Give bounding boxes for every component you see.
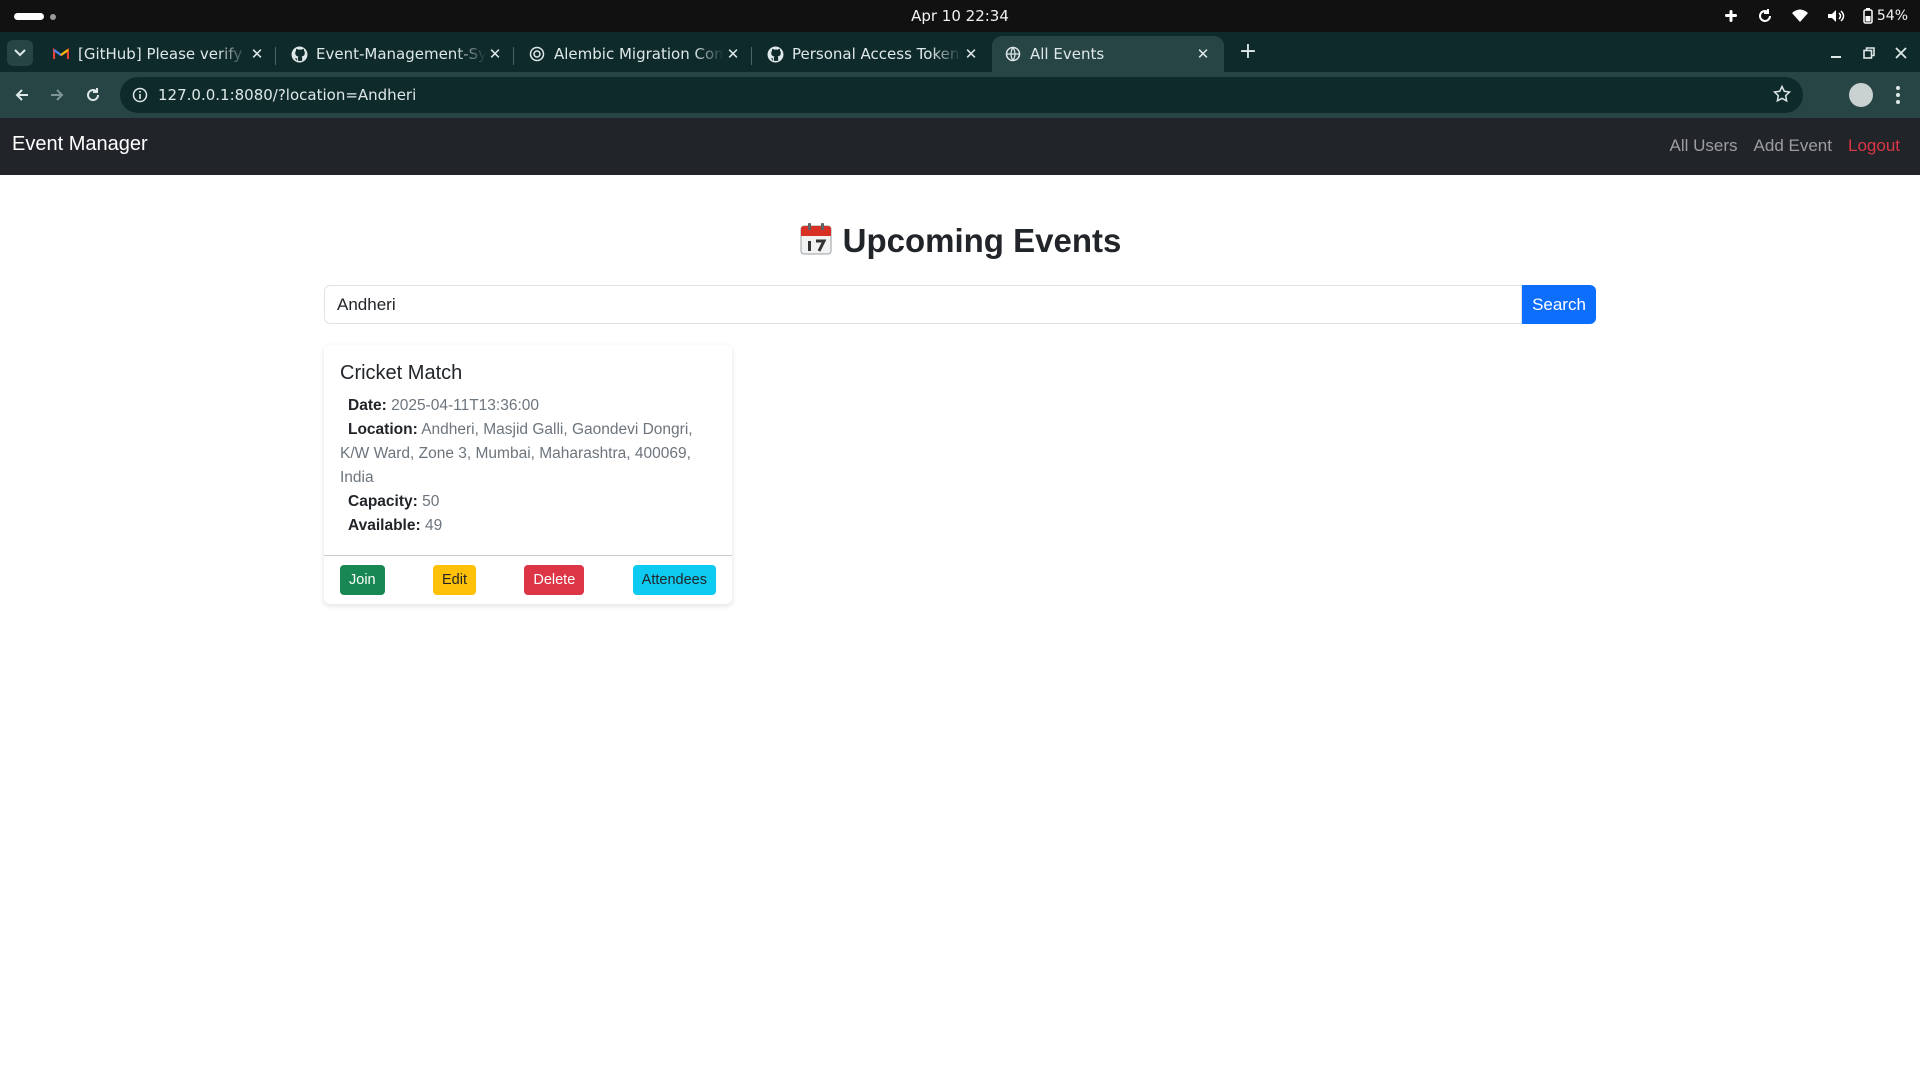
event-location-label: Location: <box>348 421 418 438</box>
edit-button[interactable]: Edit <box>432 565 476 595</box>
app-navbar: Event Manager All Users Add Event Logout <box>0 118 1920 175</box>
url-text[interactable]: 127.0.0.1:8080/?location=Andheri <box>158 86 416 104</box>
forward-button[interactable] <box>44 82 70 108</box>
event-card-body: Cricket Match Date: 2025-04-11T13:36:00 … <box>324 345 732 538</box>
close-icon[interactable]: ✕ <box>486 45 504 63</box>
wifi-icon[interactable] <box>1791 9 1809 23</box>
browser-tab-all-events[interactable]: All Events ✕ <box>992 36 1224 72</box>
clock[interactable]: Apr 10 22:34 <box>0 7 1920 25</box>
tab-title: [GitHub] Please verify yo <box>78 45 248 63</box>
slack-icon[interactable] <box>1723 8 1739 24</box>
restore-icon <box>1863 47 1875 59</box>
event-location-row: Location: Andheri, Masjid Galli, Gaondev… <box>340 418 716 490</box>
event-capacity: 50 <box>422 493 440 510</box>
event-capacity-row: Capacity: 50 <box>340 490 716 514</box>
event-date: 2025-04-11T13:36:00 <box>391 397 540 414</box>
tab-title: Alembic Migration Comm <box>554 45 724 63</box>
chevron-down-icon <box>14 49 26 57</box>
close-icon[interactable]: ✕ <box>248 45 266 63</box>
search-button[interactable]: Search <box>1522 285 1596 324</box>
browser-tab-github-repo[interactable]: Event-Management-Syst ✕ <box>278 36 516 72</box>
close-window-button[interactable] <box>1888 40 1914 66</box>
app-brand[interactable]: Event Manager <box>12 133 148 156</box>
reload-button[interactable] <box>80 82 106 108</box>
event-available-label: Available: <box>348 517 421 534</box>
browser-tab-strip: [GitHub] Please verify yo ✕ Event-Manage… <box>0 32 1920 72</box>
close-icon[interactable]: ✕ <box>962 45 980 63</box>
page-title-text: Upcoming Events <box>842 222 1122 259</box>
event-title: Cricket Match <box>340 362 463 384</box>
attendees-button[interactable]: Attendees <box>632 565 716 595</box>
delete-button[interactable]: Delete <box>524 565 585 595</box>
browser-tab-github-tokens[interactable]: Personal Access Tokens ( ✕ <box>754 36 992 72</box>
browser-menu-icon[interactable] <box>1888 83 1908 107</box>
event-date-row: Date: 2025-04-11T13:36:00 <box>340 394 716 418</box>
arrow-right-icon <box>51 89 64 101</box>
browser-tab-alembic[interactable]: Alembic Migration Comm ✕ <box>516 36 754 72</box>
event-capacity-label: Capacity: <box>348 493 418 510</box>
site-info-icon[interactable] <box>130 85 150 105</box>
plus-icon: + <box>1238 39 1258 64</box>
nav-link-all-users[interactable]: All Users <box>1670 136 1738 156</box>
event-date-label: Date: <box>348 397 387 414</box>
browser-tab-gmail[interactable]: [GitHub] Please verify yo ✕ <box>40 36 278 72</box>
close-icon[interactable]: ✕ <box>724 45 742 63</box>
nav-link-logout[interactable]: Logout <box>1848 136 1900 156</box>
profile-avatar[interactable] <box>1849 83 1873 107</box>
nav-links: All Users Add Event Logout <box>1670 136 1900 156</box>
arrow-left-icon <box>15 89 28 101</box>
tab-divider <box>275 47 276 65</box>
event-card-actions: Join Edit Delete Attendees <box>324 555 732 604</box>
minimize-icon <box>1831 56 1841 58</box>
event-card: Cricket Match Date: 2025-04-11T13:36:00 … <box>324 345 732 604</box>
back-button[interactable] <box>9 82 35 108</box>
tab-title: Personal Access Tokens ( <box>792 45 962 63</box>
bookmark-star-icon[interactable] <box>1772 84 1792 107</box>
os-top-bar: Apr 10 22:34 54% <box>0 0 1920 32</box>
close-icon[interactable]: ✕ <box>1194 45 1212 63</box>
tab-title: Event-Management-Syst <box>316 45 486 63</box>
restore-button[interactable] <box>1856 40 1882 66</box>
tab-search-button[interactable] <box>7 40 33 66</box>
gmail-icon <box>52 45 70 63</box>
battery-percent: 54% <box>1876 8 1908 24</box>
globe-icon <box>1004 45 1022 63</box>
minimize-button[interactable] <box>1823 40 1849 66</box>
event-available: 49 <box>424 517 443 534</box>
volume-icon[interactable] <box>1827 9 1845 23</box>
system-tray[interactable]: 54% <box>1723 6 1908 26</box>
address-bar[interactable]: 127.0.0.1:8080/?location=Andheri <box>120 77 1803 113</box>
tab-title: All Events <box>1030 45 1105 63</box>
globe-icon <box>528 45 546 63</box>
tab-divider <box>513 47 514 65</box>
tab-divider <box>751 47 752 65</box>
reload-icon <box>87 88 100 102</box>
github-icon <box>290 45 308 63</box>
nav-link-add-event[interactable]: Add Event <box>1754 136 1832 156</box>
sync-icon[interactable] <box>1757 8 1773 24</box>
browser-toolbar: 127.0.0.1:8080/?location=Andheri <box>0 72 1920 118</box>
new-tab-button[interactable]: + <box>1235 40 1261 66</box>
event-available-row: Available: 49 <box>340 514 716 538</box>
calendar-icon <box>799 222 833 264</box>
close-icon <box>1895 47 1907 59</box>
location-search-form: Search <box>324 285 1596 324</box>
battery-status[interactable]: 54% <box>1863 8 1908 24</box>
battery-icon <box>1863 8 1873 24</box>
page-title: Upcoming Events <box>0 222 1920 264</box>
github-icon <box>766 45 784 63</box>
join-button[interactable]: Join <box>340 565 385 595</box>
event-details: Date: 2025-04-11T13:36:00 Location: Andh… <box>340 394 716 538</box>
search-input[interactable] <box>324 285 1522 324</box>
